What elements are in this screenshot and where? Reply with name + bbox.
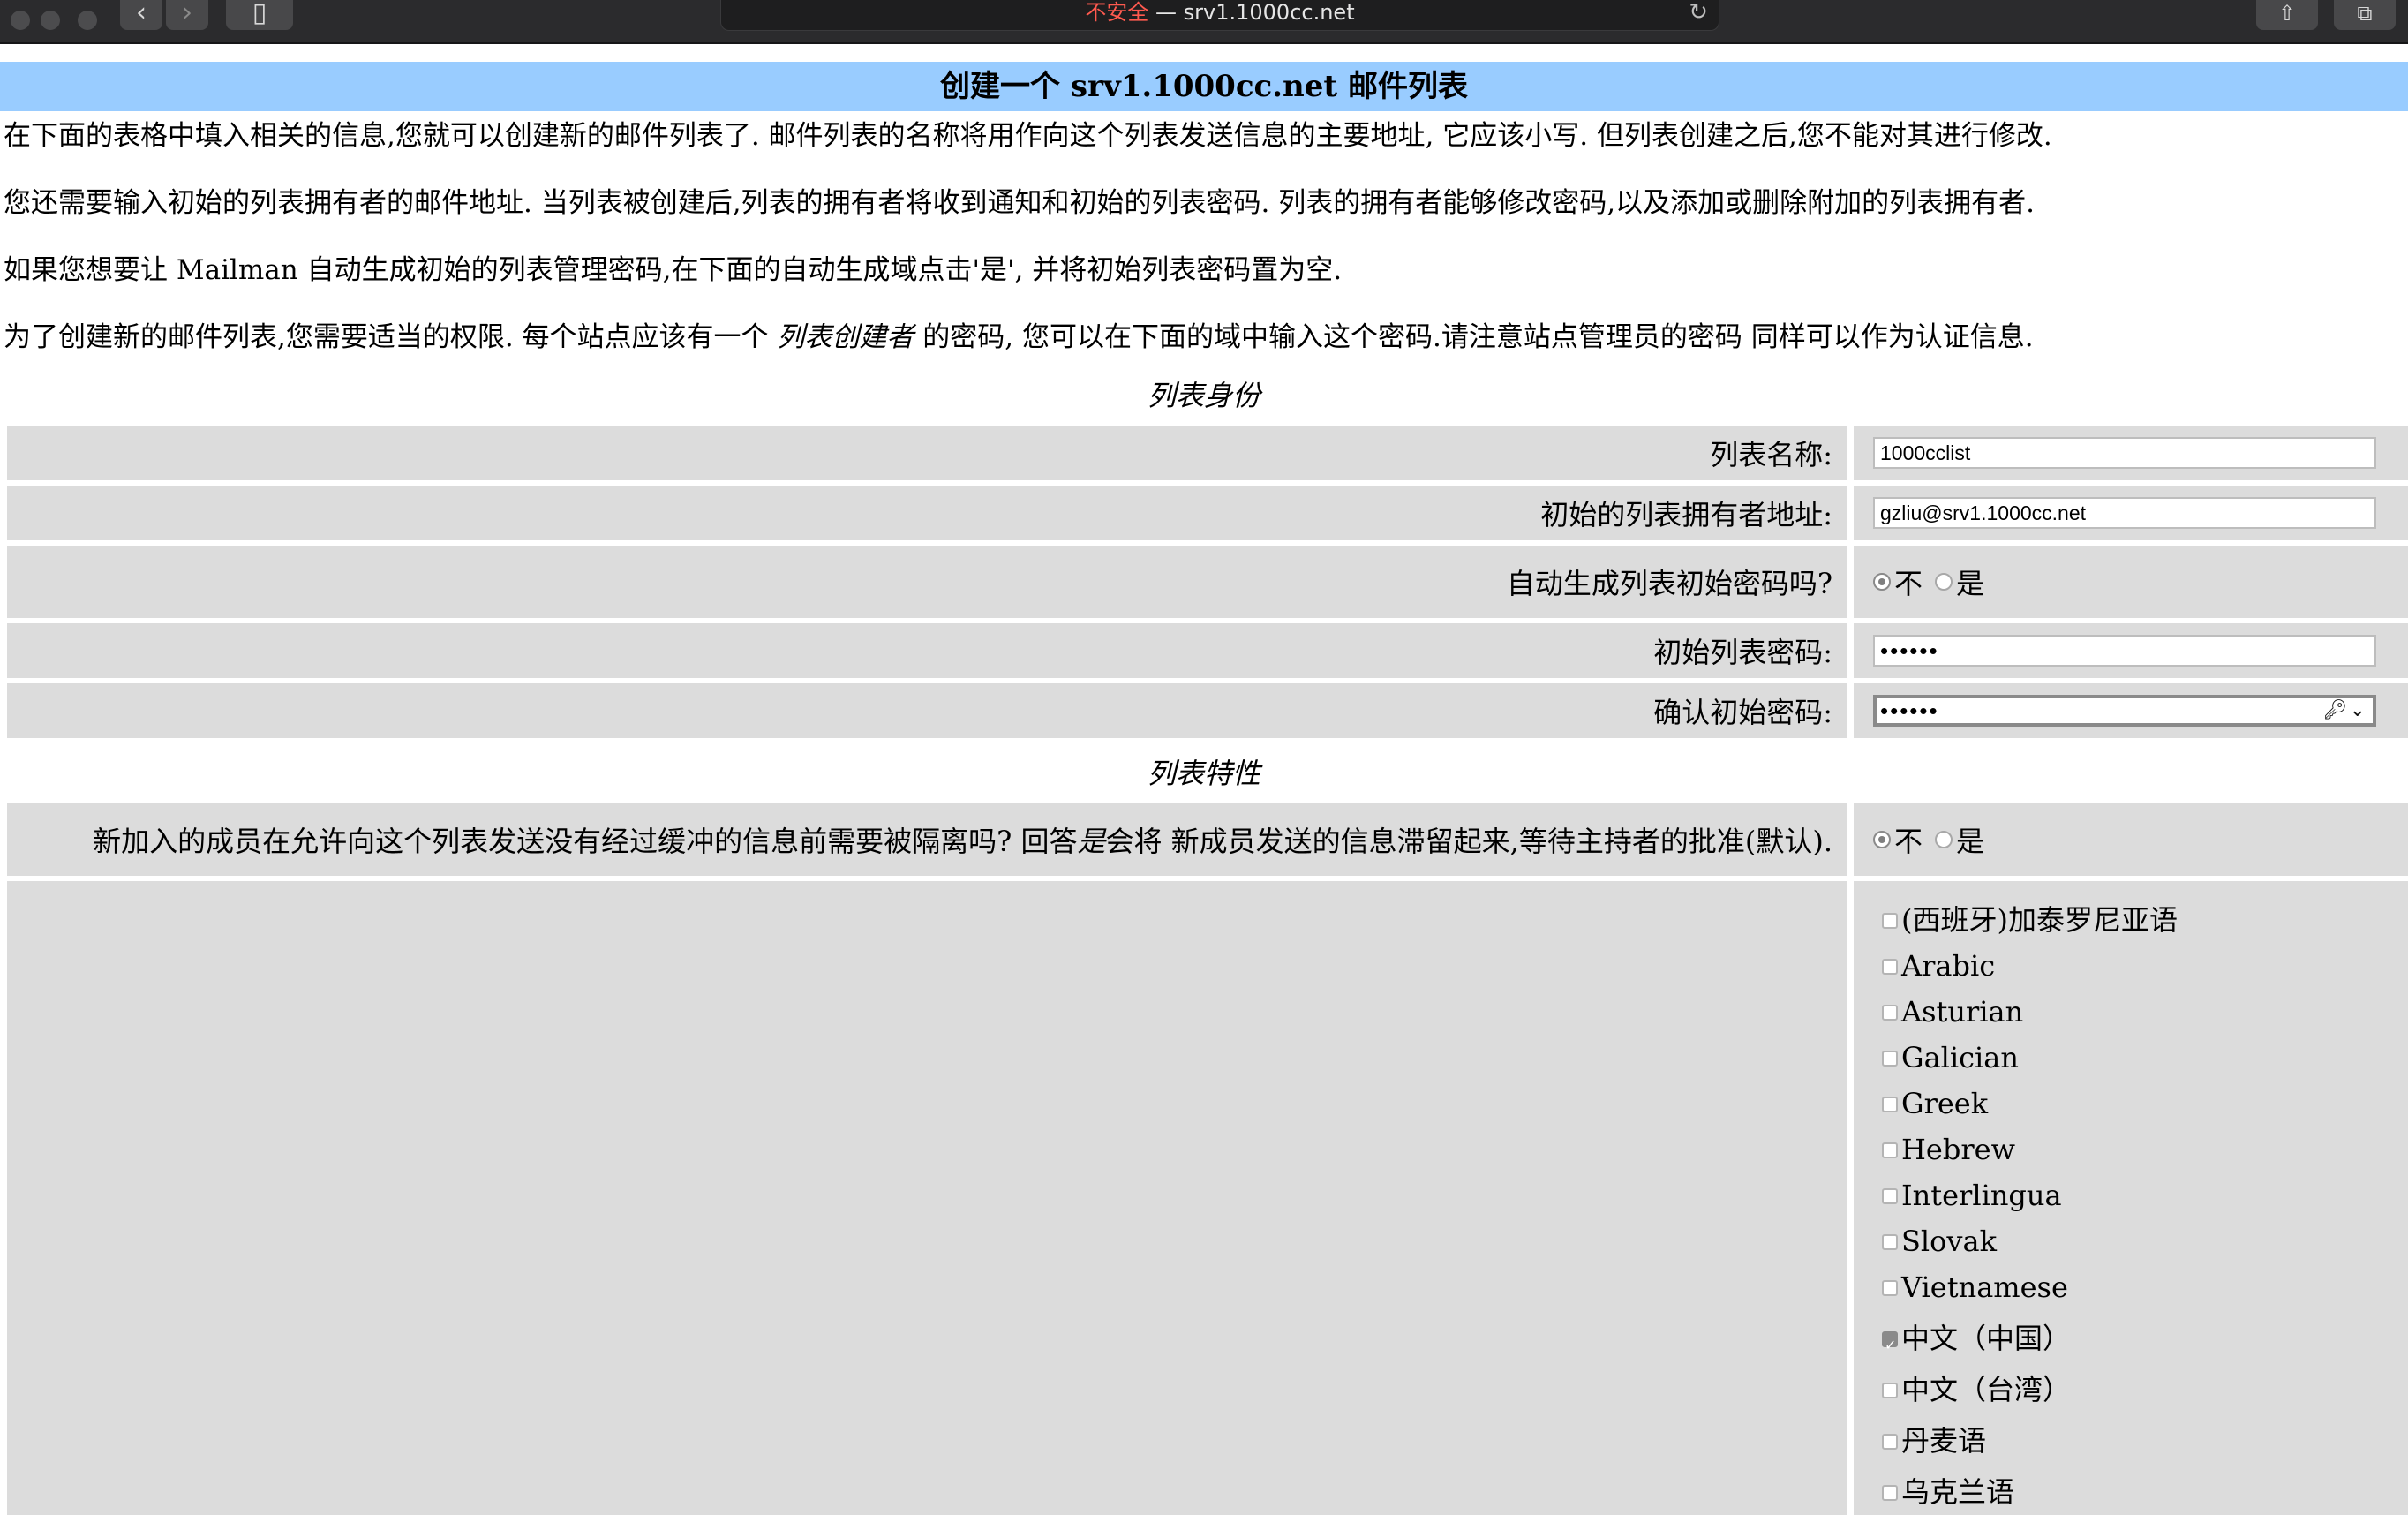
language-item[interactable]: Interlingua bbox=[1882, 1178, 2062, 1213]
language-item[interactable]: 丹麦语 bbox=[1882, 1423, 1986, 1458]
list-creator-term: 列表创建者 bbox=[777, 321, 914, 353]
language-item[interactable]: Arabic bbox=[1882, 948, 1995, 984]
languages-row: (西班牙)加泰罗尼亚语 Arabic Asturian Galician Gre… bbox=[7, 881, 2408, 1515]
autogen-label: 自动生成列表初始密码吗? bbox=[7, 546, 1847, 618]
language-checkbox[interactable] bbox=[1882, 1187, 1898, 1204]
language-item[interactable]: Greek bbox=[1882, 1086, 1988, 1121]
address-bar[interactable]: 不安全 — srv1.1000cc.net ↻ bbox=[720, 0, 1719, 31]
languages-list: (西班牙)加泰罗尼亚语 Arabic Asturian Galician Gre… bbox=[1854, 881, 2408, 1515]
language-item[interactable]: Slovak bbox=[1882, 1224, 1997, 1259]
language-checkbox[interactable] bbox=[1882, 1433, 1898, 1450]
language-checkbox[interactable] bbox=[1882, 958, 1898, 975]
moderate-yes-radio[interactable] bbox=[1935, 831, 1953, 848]
language-item[interactable]: 中文（台湾） bbox=[1882, 1372, 2071, 1407]
autogen-no-label: 不 bbox=[1894, 567, 1923, 600]
intro-paragraph-1: 在下面的表格中填入相关的信息,您就可以创建新的邮件列表了. 邮件列表的名称将用作… bbox=[4, 120, 2052, 152]
language-item[interactable]: Galician bbox=[1882, 1040, 2019, 1075]
reload-icon[interactable]: ↻ bbox=[1689, 0, 1708, 25]
intro-paragraph-2: 您还需要输入初始的列表拥有者的邮件地址. 当列表被创建后,列表的拥有者将收到通知… bbox=[4, 187, 2035, 219]
address-separator: — bbox=[1148, 0, 1184, 25]
language-item[interactable]: Hebrew bbox=[1882, 1132, 2015, 1167]
language-checkbox[interactable] bbox=[1882, 1382, 1898, 1398]
key-icon[interactable]: 🔑︎⌄ bbox=[2323, 697, 2367, 725]
forward-icon: › bbox=[182, 0, 192, 28]
features-section-title: 列表特性 bbox=[1147, 757, 1260, 790]
moderate-row: 新加入的成员在允许向这个列表发送没有经过缓冲的信息前需要被隔离吗? 回答 是 会… bbox=[7, 803, 2408, 876]
share-button[interactable]: ⇧ bbox=[2256, 0, 2318, 30]
owner-row: 初始的列表拥有者地址: gzliu@srv1.1000cc.net bbox=[7, 486, 2408, 540]
language-checkbox[interactable] bbox=[1882, 1233, 1898, 1250]
language-item[interactable]: Vietnamese bbox=[1882, 1270, 2068, 1305]
intro-paragraph-4: 为了创建新的邮件列表,您需要适当的权限. 每个站点应该有一个 列表创建者 的密码… bbox=[4, 321, 2034, 353]
language-checkbox[interactable] bbox=[1882, 1004, 1898, 1021]
language-checkbox[interactable] bbox=[1882, 1279, 1898, 1296]
back-button[interactable]: ‹ bbox=[120, 0, 162, 30]
password-input[interactable]: •••••• bbox=[1873, 635, 2376, 667]
password-row: 初始列表密码: •••••• bbox=[7, 623, 2408, 678]
language-item[interactable]: 乌克兰语 bbox=[1882, 1474, 2014, 1510]
page-title: 创建一个 srv1.1000cc.net 邮件列表 bbox=[0, 62, 2408, 111]
back-icon: ‹ bbox=[136, 0, 147, 28]
insecure-label: 不安全 bbox=[1085, 0, 1149, 25]
language-item[interactable]: Asturian bbox=[1882, 994, 2023, 1029]
owner-label: 初始的列表拥有者地址: bbox=[7, 486, 1847, 540]
tabs-icon: ⧉ bbox=[2357, 1, 2373, 26]
language-checkbox[interactable] bbox=[1882, 1050, 1898, 1067]
language-checkbox[interactable] bbox=[1882, 1484, 1898, 1501]
list-name-input[interactable]: 1000cclist bbox=[1873, 437, 2376, 469]
minimize-window-icon[interactable] bbox=[41, 11, 60, 30]
password-label: 初始列表密码: bbox=[7, 623, 1847, 678]
autogen-row: 自动生成列表初始密码吗? 不 是 bbox=[7, 546, 2408, 618]
moderate-no-label: 不 bbox=[1894, 825, 1923, 858]
identity-section-title: 列表身份 bbox=[1147, 379, 1260, 412]
close-window-icon[interactable] bbox=[11, 11, 30, 30]
moderate-no-radio[interactable] bbox=[1873, 831, 1891, 848]
autogen-yes-radio[interactable] bbox=[1935, 573, 1953, 591]
autogen-yes-label: 是 bbox=[1956, 567, 1985, 600]
owner-email-input[interactable]: gzliu@srv1.1000cc.net bbox=[1873, 497, 2376, 529]
language-item[interactable]: 中文（中国） bbox=[1882, 1321, 2071, 1363]
browser-toolbar: ‹ › ▯ 不安全 — srv1.1000cc.net ↻ ⇧ ⧉ bbox=[0, 0, 2408, 44]
language-checkbox[interactable] bbox=[1882, 1142, 1898, 1158]
confirm-row: 确认初始密码: •••••• 🔑︎⌄ bbox=[7, 683, 2408, 738]
moderate-yes-label: 是 bbox=[1956, 825, 1985, 858]
share-icon: ⇧ bbox=[2277, 1, 2297, 26]
language-item[interactable]: (西班牙)加泰罗尼亚语 bbox=[1882, 902, 2178, 938]
sidebar-icon: ▯ bbox=[252, 0, 267, 28]
confirm-label: 确认初始密码: bbox=[7, 683, 1847, 738]
language-checkbox[interactable] bbox=[1882, 912, 1898, 929]
language-checkbox-checked[interactable] bbox=[1882, 1328, 1898, 1363]
list-name-row: 列表名称: 1000cclist bbox=[7, 426, 2408, 480]
address-host: srv1.1000cc.net bbox=[1183, 0, 1355, 25]
moderate-question: 新加入的成员在允许向这个列表发送没有经过缓冲的信息前需要被隔离吗? 回答 是 会… bbox=[7, 803, 1847, 876]
forward-button[interactable]: › bbox=[166, 0, 208, 30]
autogen-no-radio[interactable] bbox=[1873, 573, 1891, 591]
languages-label-cell bbox=[7, 881, 1847, 1515]
intro-paragraph-3: 如果您想要让 Mailman 自动生成初始的列表管理密码,在下面的自动生成域点击… bbox=[4, 254, 1343, 286]
language-checkbox[interactable] bbox=[1882, 1096, 1898, 1112]
sidebar-button[interactable]: ▯ bbox=[226, 0, 293, 30]
zoom-window-icon[interactable] bbox=[78, 11, 97, 30]
tabs-button[interactable]: ⧉ bbox=[2334, 0, 2396, 30]
list-name-label: 列表名称: bbox=[7, 426, 1847, 480]
confirm-password-input[interactable]: •••••• 🔑︎⌄ bbox=[1873, 695, 2376, 727]
